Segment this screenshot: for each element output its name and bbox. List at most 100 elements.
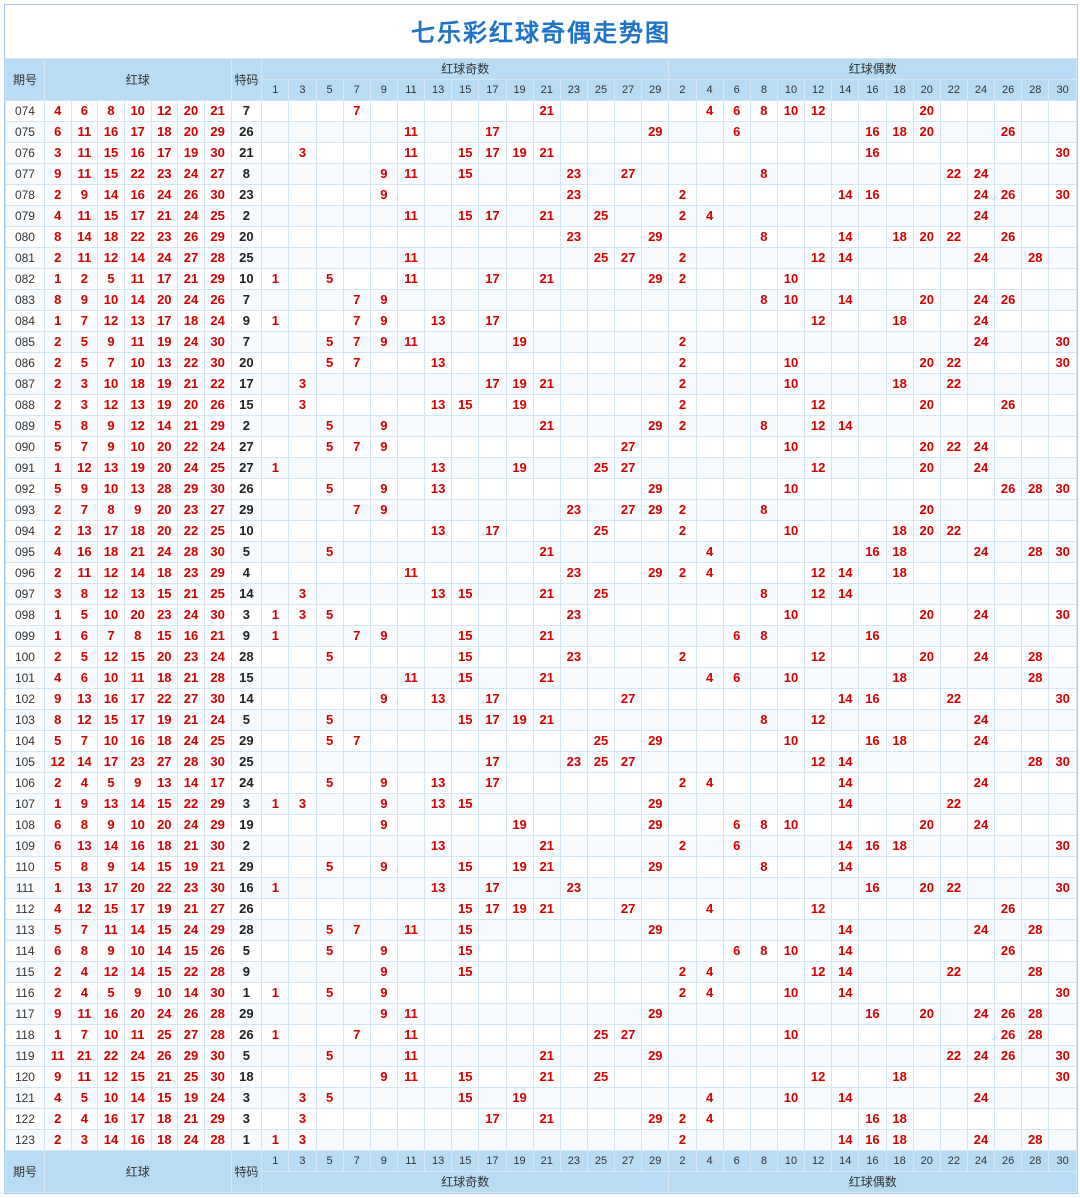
odd-cell-23 — [560, 710, 587, 731]
cell-bonus: 26 — [231, 899, 262, 920]
even-cell-6 — [723, 479, 750, 500]
even-cell-20 — [913, 1025, 940, 1046]
even-cell-30 — [1049, 521, 1077, 542]
cell-bonus: 3 — [231, 605, 262, 626]
even-cell-12 — [805, 1130, 832, 1151]
odd-cell-7: 7 — [343, 500, 370, 521]
cell-red: 22 — [178, 521, 205, 542]
cell-red: 11 — [71, 1004, 98, 1025]
odd-cell-1 — [262, 668, 289, 689]
odd-cell-5 — [316, 626, 343, 647]
even-cell-18: 18 — [886, 563, 913, 584]
odd-cell-21 — [533, 164, 560, 185]
odd-cell-9 — [370, 143, 397, 164]
odd-cell-9 — [370, 374, 397, 395]
odd-cell-29: 29 — [642, 269, 669, 290]
even-cell-28 — [1022, 500, 1049, 521]
odd-cell-19 — [506, 941, 533, 962]
even-cell-10 — [777, 185, 804, 206]
odd-cell-23: 23 — [560, 227, 587, 248]
even-cell-24 — [967, 1067, 994, 1088]
even-cell-2: 2 — [669, 374, 696, 395]
even-cell-22 — [940, 563, 967, 584]
even-cell-14: 14 — [832, 185, 859, 206]
even-cell-4 — [696, 710, 723, 731]
cell-red: 9 — [98, 416, 125, 437]
cell-red: 5 — [44, 437, 71, 458]
odd-cell-1: 1 — [262, 311, 289, 332]
odd-cell-11: 11 — [397, 1046, 424, 1067]
odd-cell-11: 11 — [397, 122, 424, 143]
even-cell-22 — [940, 626, 967, 647]
odd-cell-17 — [479, 353, 506, 374]
even-cell-30 — [1049, 668, 1077, 689]
odd-cell-25 — [587, 269, 614, 290]
even-cell-12 — [805, 920, 832, 941]
odd-cell-3 — [289, 836, 316, 857]
even-cell-28 — [1022, 437, 1049, 458]
odd-cell-25: 25 — [587, 752, 614, 773]
cell-red: 11 — [124, 668, 151, 689]
odd-cell-17 — [479, 542, 506, 563]
even-cell-10: 10 — [777, 605, 804, 626]
even-cell-22: 22 — [940, 962, 967, 983]
odd-cell-13: 13 — [425, 479, 452, 500]
odd-cell-3 — [289, 437, 316, 458]
even-cell-24 — [967, 395, 994, 416]
cell-red: 13 — [98, 794, 125, 815]
odd-cell-17 — [479, 1130, 506, 1151]
cell-red: 30 — [204, 878, 231, 899]
even-cell-6: 6 — [723, 122, 750, 143]
even-cell-2 — [669, 605, 696, 626]
cell-red: 5 — [71, 332, 98, 353]
table-row: 12145101415192433515194101424 — [6, 1088, 1077, 1109]
odd-cell-3 — [289, 815, 316, 836]
cell-period: 095 — [6, 542, 45, 563]
even-cell-22 — [940, 500, 967, 521]
even-cell-20 — [913, 1046, 940, 1067]
cell-red: 19 — [151, 332, 178, 353]
cell-red: 20 — [178, 101, 205, 122]
even-cell-2: 2 — [669, 521, 696, 542]
cell-red: 7 — [71, 500, 98, 521]
odd-cell-19: 19 — [506, 458, 533, 479]
odd-cell-21 — [533, 731, 560, 752]
even-cell-16 — [859, 584, 886, 605]
cell-red: 9 — [98, 857, 125, 878]
even-cell-4 — [696, 437, 723, 458]
odd-cell-25 — [587, 941, 614, 962]
even-cell-8 — [750, 185, 777, 206]
even-cell-6 — [723, 311, 750, 332]
even-cell-12: 12 — [805, 458, 832, 479]
even-cell-8 — [750, 479, 777, 500]
chart-title: 七乐彩红球奇偶走势图 — [5, 5, 1077, 58]
even-cell-28 — [1022, 794, 1049, 815]
foot-even-2: 2 — [669, 1151, 696, 1172]
cell-bonus: 28 — [231, 647, 262, 668]
odd-cell-27: 27 — [615, 458, 642, 479]
even-cell-22 — [940, 1067, 967, 1088]
odd-cell-29 — [642, 584, 669, 605]
cell-bonus: 29 — [231, 1004, 262, 1025]
even-cell-6 — [723, 689, 750, 710]
cell-red: 21 — [124, 542, 151, 563]
odd-cell-9: 9 — [370, 500, 397, 521]
even-cell-22 — [940, 752, 967, 773]
even-cell-24: 24 — [967, 920, 994, 941]
odd-cell-21: 21 — [533, 626, 560, 647]
even-cell-22 — [940, 122, 967, 143]
even-cell-28: 28 — [1022, 542, 1049, 563]
even-cell-28: 28 — [1022, 1025, 1049, 1046]
cell-red: 12 — [71, 710, 98, 731]
even-cell-26 — [995, 647, 1022, 668]
even-cell-8 — [750, 1088, 777, 1109]
odd-col-27: 27 — [615, 80, 642, 101]
cell-red: 6 — [44, 836, 71, 857]
cell-bonus: 14 — [231, 584, 262, 605]
odd-cell-11 — [397, 374, 424, 395]
even-cell-30 — [1049, 1004, 1077, 1025]
even-cell-28 — [1022, 521, 1049, 542]
cell-period: 103 — [6, 710, 45, 731]
cell-red: 15 — [98, 206, 125, 227]
odd-cell-29 — [642, 1025, 669, 1046]
